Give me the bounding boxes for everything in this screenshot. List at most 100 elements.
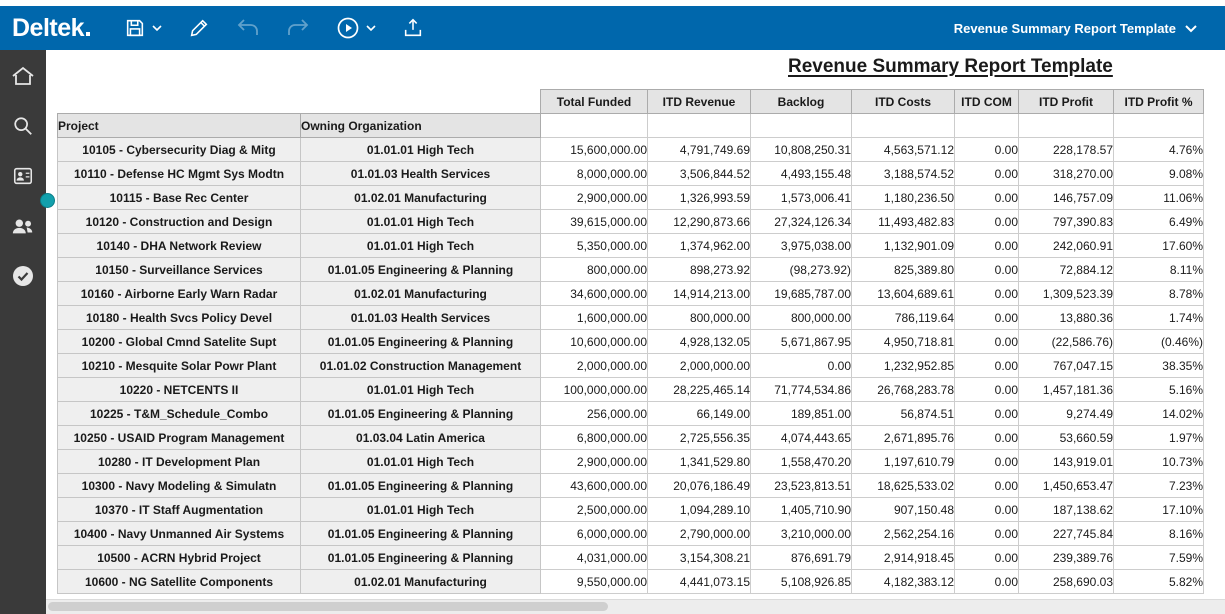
org-cell: 01.01.01 High Tech (301, 234, 541, 258)
run-button[interactable] (336, 16, 376, 40)
value-cell: 242,060.91 (1019, 234, 1114, 258)
value-cell: 20,076,186.49 (648, 474, 751, 498)
value-cell: 800,000.00 (541, 258, 648, 282)
value-cell: 4.76% (1114, 138, 1204, 162)
value-cell: 53,660.59 (1019, 426, 1114, 450)
value-cell: 1,450,653.47 (1019, 474, 1114, 498)
table-row: 10110 - Defense HC Mgmt Sys Modtn01.01.0… (58, 162, 1204, 186)
redo-button[interactable] (286, 18, 310, 38)
org-cell: 01.01.01 High Tech (301, 450, 541, 474)
value-cell: 8.78% (1114, 282, 1204, 306)
value-cell: 907,150.48 (852, 498, 955, 522)
people-icon (11, 215, 35, 240)
value-cell: 6,000,000.00 (541, 522, 648, 546)
column-header[interactable]: ITD Costs (852, 90, 955, 114)
value-cell: 187,138.62 (1019, 498, 1114, 522)
column-header[interactable]: ITD COM (955, 90, 1019, 114)
column-header[interactable]: ITD Profit % (1114, 90, 1204, 114)
column-header[interactable]: Owning Organization (301, 114, 541, 138)
value-cell: 23,523,813.51 (751, 474, 852, 498)
value-cell: 1,457,181.36 (1019, 378, 1114, 402)
value-cell: 56,874.51 (852, 402, 955, 426)
sidebar-item-navigator[interactable] (0, 255, 46, 299)
report-title: Revenue Summary Report Template (788, 56, 1113, 78)
project-cell: 10160 - Airborne Early Warn Radar (58, 282, 301, 306)
value-cell: (22,586.76) (1019, 330, 1114, 354)
export-button[interactable] (402, 17, 424, 39)
project-cell: 10105 - Cybersecurity Diag & Mitg (58, 138, 301, 162)
value-cell: 1,326,993.59 (648, 186, 751, 210)
column-header[interactable]: ITD Revenue (648, 90, 751, 114)
column-header[interactable]: Backlog (751, 90, 852, 114)
value-cell: 318,270.00 (1019, 162, 1114, 186)
table-row: 10225 - T&M_Schedule_Combo01.01.05 Engin… (58, 402, 1204, 426)
value-cell: 2,725,556.35 (648, 426, 751, 450)
value-cell: 1,405,710.90 (751, 498, 852, 522)
project-cell: 10200 - Global Cmnd Satelite Supt (58, 330, 301, 354)
value-cell: 2,500,000.00 (541, 498, 648, 522)
value-cell: 0.00 (955, 450, 1019, 474)
org-cell: 01.02.01 Manufacturing (301, 282, 541, 306)
value-cell: 4,563,571.12 (852, 138, 955, 162)
sidebar-item-employee[interactable] (0, 155, 46, 199)
edit-button[interactable] (188, 17, 210, 39)
undo-icon (236, 18, 260, 38)
value-cell: 1,600,000.00 (541, 306, 648, 330)
value-cell: 100,000,000.00 (541, 378, 648, 402)
save-dropdown-chevron-icon (152, 25, 162, 32)
column-header[interactable]: Total Funded (541, 90, 648, 114)
value-cell: 4,493,155.48 (751, 162, 852, 186)
value-cell: 3,188,574.52 (852, 162, 955, 186)
value-cell: 0.00 (955, 426, 1019, 450)
project-cell: 10600 - NG Satellite Components (58, 570, 301, 594)
column-header[interactable]: ITD Profit (1019, 90, 1114, 114)
value-cell: 13,880.36 (1019, 306, 1114, 330)
value-cell: 19,685,787.00 (751, 282, 852, 306)
value-cell: 0.00 (955, 354, 1019, 378)
value-cell: (0.46%) (1114, 330, 1204, 354)
sidebar-item-search[interactable] (0, 105, 46, 149)
sidebar-handle[interactable] (40, 193, 55, 208)
spacer-cell (58, 90, 301, 114)
value-cell: 1.74% (1114, 306, 1204, 330)
value-cell: 800,000.00 (751, 306, 852, 330)
project-cell: 10210 - Mesquite Solar Powr Plant (58, 354, 301, 378)
table-row: 10120 - Construction and Design01.01.01 … (58, 210, 1204, 234)
value-cell: 4,074,443.65 (751, 426, 852, 450)
value-cell: 0.00 (955, 186, 1019, 210)
value-cell: (98,273.92) (751, 258, 852, 282)
horizontal-scrollbar[interactable] (46, 599, 1225, 614)
org-cell: 01.01.01 High Tech (301, 210, 541, 234)
value-cell: 39,615,000.00 (541, 210, 648, 234)
value-cell: 4,950,718.81 (852, 330, 955, 354)
sidebar-item-home[interactable] (0, 55, 46, 99)
scrollbar-thumb[interactable] (48, 602, 608, 611)
export-icon (402, 17, 424, 39)
value-cell: 1,232,952.85 (852, 354, 955, 378)
org-cell: 01.01.01 High Tech (301, 378, 541, 402)
project-cell: 10500 - ACRN Hybrid Project (58, 546, 301, 570)
report-template-selector[interactable]: Revenue Summary Report Template (954, 21, 1197, 36)
compass-icon (11, 264, 35, 291)
deltek-logo: Deltek (12, 14, 90, 43)
table-row: 10220 - NETCENTS II01.01.01 High Tech100… (58, 378, 1204, 402)
value-cell: 767,047.15 (1019, 354, 1114, 378)
org-cell: 01.01.03 Health Services (301, 162, 541, 186)
org-cell: 01.01.05 Engineering & Planning (301, 258, 541, 282)
save-button[interactable] (124, 17, 162, 39)
value-cell: 227,745.84 (1019, 522, 1114, 546)
value-cell: 1,132,901.09 (852, 234, 955, 258)
value-cell: 8,000,000.00 (541, 162, 648, 186)
value-cell: 38.35% (1114, 354, 1204, 378)
sidebar-item-people[interactable] (0, 205, 46, 249)
project-cell: 10115 - Base Rec Center (58, 186, 301, 210)
table-row: 10180 - Health Svcs Policy Devel01.01.03… (58, 306, 1204, 330)
value-cell: 1.97% (1114, 426, 1204, 450)
report-area: Revenue Summary Report Template Total Fu… (46, 50, 1225, 614)
value-cell: 0.00 (955, 138, 1019, 162)
undo-button[interactable] (236, 18, 260, 38)
column-header[interactable]: Project (58, 114, 301, 138)
value-cell: 143,919.01 (1019, 450, 1114, 474)
report-table: Total FundedITD RevenueBacklogITD CostsI… (57, 89, 1204, 594)
value-cell: 2,900,000.00 (541, 450, 648, 474)
